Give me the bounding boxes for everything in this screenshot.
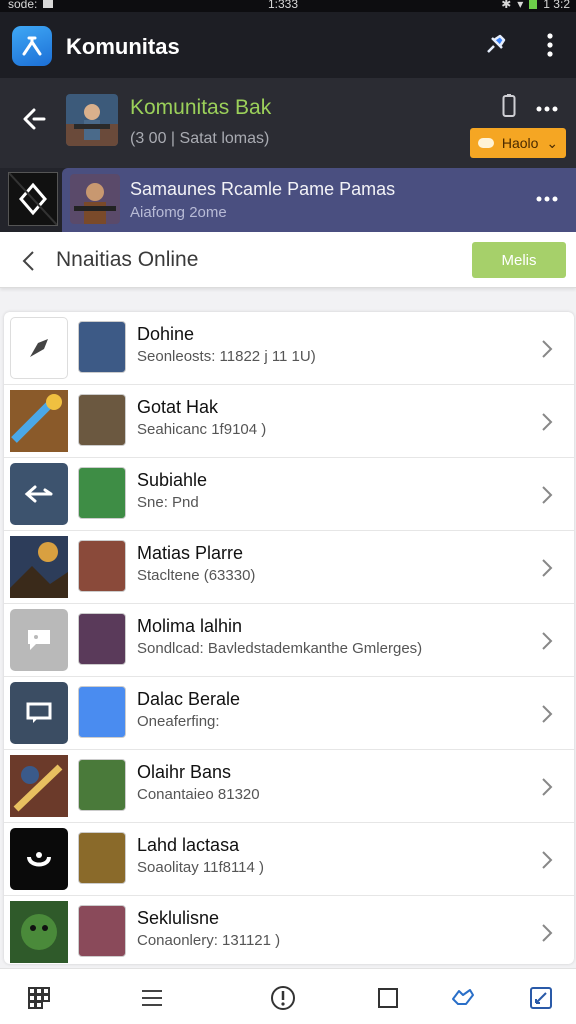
item-meta: Sondlcad: Bavledstademkanthe Gmlerges) xyxy=(137,640,423,657)
game-avatar xyxy=(78,686,126,738)
list-item[interactable]: Gotat Hak Seahicanc 1f9104 ) xyxy=(4,385,574,458)
chevron-down-icon: ⌄ xyxy=(546,134,559,151)
notification-icon xyxy=(43,0,54,8)
game-avatar xyxy=(78,613,126,665)
group-diamond-icon[interactable] xyxy=(8,172,58,226)
item-meta: Sne: Pnd xyxy=(137,494,199,511)
item-meta: Soaolitay 11f8114 ) xyxy=(137,859,265,876)
swap-arrows-icon xyxy=(10,463,68,525)
game-title: Komunitas Bak xyxy=(130,96,272,119)
edit-icon[interactable] xyxy=(528,985,554,1011)
game-subtitle: (3 00 | Satat lomas) xyxy=(130,130,270,147)
swirl-icon xyxy=(10,828,68,890)
list-item[interactable]: Molima lalhin Sondlcad: Bavledstademkanth… xyxy=(4,604,574,677)
game-header: Komunitas Bak (3 00 | Satat lomas) Haolo… xyxy=(0,78,576,168)
wifi-icon: ▾ xyxy=(517,0,524,11)
back-icon[interactable] xyxy=(20,106,48,137)
square-icon[interactable] xyxy=(375,985,401,1011)
member-list: Dohine Seonleosts: 11822 j 11 1U) Gotat Ha… xyxy=(4,312,574,964)
group-thumbnail xyxy=(70,174,120,224)
phone-icon[interactable] xyxy=(502,94,516,123)
game-avatar xyxy=(78,832,126,884)
item-name: Matias Plarre xyxy=(137,543,244,563)
chevron-right-icon[interactable] xyxy=(540,922,554,949)
status-right-text: 1 3:2 xyxy=(543,0,570,11)
chevron-right-icon[interactable] xyxy=(540,776,554,803)
section-title: Nnaitias Online xyxy=(56,248,199,271)
more-options-icon[interactable] xyxy=(540,32,560,63)
item-meta: Conantaieo 81320 xyxy=(137,786,260,803)
battle-art xyxy=(10,755,68,817)
badge-icon xyxy=(477,138,494,148)
item-name: Dohine xyxy=(137,324,195,344)
app-bar: Komunitas xyxy=(0,12,576,78)
group-subtitle: Aiafomg 2ome xyxy=(130,204,227,221)
list-item[interactable]: Subiahle Sne: Pnd xyxy=(4,458,574,531)
list-item[interactable]: Dohine Seonleosts: 11822 j 11 1U) xyxy=(4,312,574,385)
item-name: Olaihr Bans xyxy=(137,762,232,782)
app-title: Komunitas xyxy=(66,34,180,59)
item-meta: Seahicanc 1f9104 ) xyxy=(137,421,267,438)
chevron-right-icon[interactable] xyxy=(540,411,554,438)
menu-icon[interactable] xyxy=(139,985,165,1011)
item-meta: Stacltene (63330) xyxy=(137,567,256,584)
game-action-button[interactable]: Haolo ⌄ xyxy=(470,128,566,158)
creature-art xyxy=(10,901,68,963)
grid-icon[interactable] xyxy=(26,985,52,1011)
app-logo-icon[interactable] xyxy=(12,26,52,66)
item-name: Lahd lactasa xyxy=(137,835,240,855)
game-avatar xyxy=(78,759,126,811)
list-item[interactable]: Lahd lactasa Soaolitay 11f8114 ) xyxy=(4,823,574,896)
group-title: Samaunes Rcamle Pame Pamas xyxy=(130,179,396,199)
chevron-left-icon[interactable] xyxy=(20,250,38,277)
message-icon xyxy=(10,682,68,744)
arrow-icon xyxy=(10,317,68,379)
scene-art xyxy=(10,536,68,598)
list-item[interactable]: Dalac Berale Oneaferfing: xyxy=(4,677,574,750)
bottom-nav xyxy=(0,968,576,1024)
game-avatar xyxy=(78,905,126,957)
item-meta: Oneaferfing: xyxy=(137,713,220,730)
game-avatar xyxy=(78,467,126,519)
item-name: Dalac Berale xyxy=(137,689,241,709)
section-action-button[interactable]: Melis xyxy=(472,242,566,278)
item-name: Seklulisne xyxy=(137,908,220,928)
chat-bubble-icon xyxy=(10,609,68,671)
bluetooth-icon: ✱ xyxy=(501,0,512,11)
group-panel xyxy=(62,168,576,232)
item-meta: Seonleosts: 11822 j 11 1U) xyxy=(137,348,316,365)
status-left-text: sode: xyxy=(8,0,38,11)
chevron-right-icon[interactable] xyxy=(540,630,554,657)
list-item[interactable]: Seklulisne Conaonlery: 131121 ) xyxy=(4,896,574,964)
list-item[interactable]: Olaihr Bans Conantaieo 81320 xyxy=(4,750,574,823)
pin-icon[interactable] xyxy=(482,32,508,63)
chevron-right-icon[interactable] xyxy=(540,703,554,730)
game-avatar xyxy=(78,394,126,446)
battery-icon xyxy=(529,0,538,9)
game-action-label: Haolo xyxy=(501,135,539,151)
game-thumbnail xyxy=(66,94,118,146)
game-avatar xyxy=(78,321,126,373)
item-name: Gotat Hak xyxy=(137,397,219,417)
group-more-icon[interactable] xyxy=(536,190,558,208)
status-bar: sode: 1:333 ✱ ▾ 1 3:2 xyxy=(0,0,576,12)
game-more-icon[interactable] xyxy=(536,100,558,118)
game-avatar xyxy=(78,540,126,592)
list-item[interactable]: Matias Plarre Stacltene (63330) xyxy=(4,531,574,604)
chevron-right-icon[interactable] xyxy=(540,484,554,511)
alert-icon[interactable] xyxy=(270,985,296,1011)
hand-icon[interactable] xyxy=(450,985,476,1011)
status-time: 1:333 xyxy=(268,0,299,11)
section-header: Nnaitias Online Melis xyxy=(0,232,576,288)
chevron-right-icon[interactable] xyxy=(540,557,554,584)
item-name: Subiahle xyxy=(137,470,208,490)
group-banner[interactable]: Samaunes Rcamle Pame Pamas Aiafomg 2ome xyxy=(0,168,576,232)
item-meta: Conaonlery: 131121 ) xyxy=(137,932,281,949)
chevron-right-icon[interactable] xyxy=(540,849,554,876)
weapon-art xyxy=(10,390,68,452)
item-name: Molima lalhin xyxy=(137,616,243,636)
chevron-right-icon[interactable] xyxy=(540,338,554,365)
